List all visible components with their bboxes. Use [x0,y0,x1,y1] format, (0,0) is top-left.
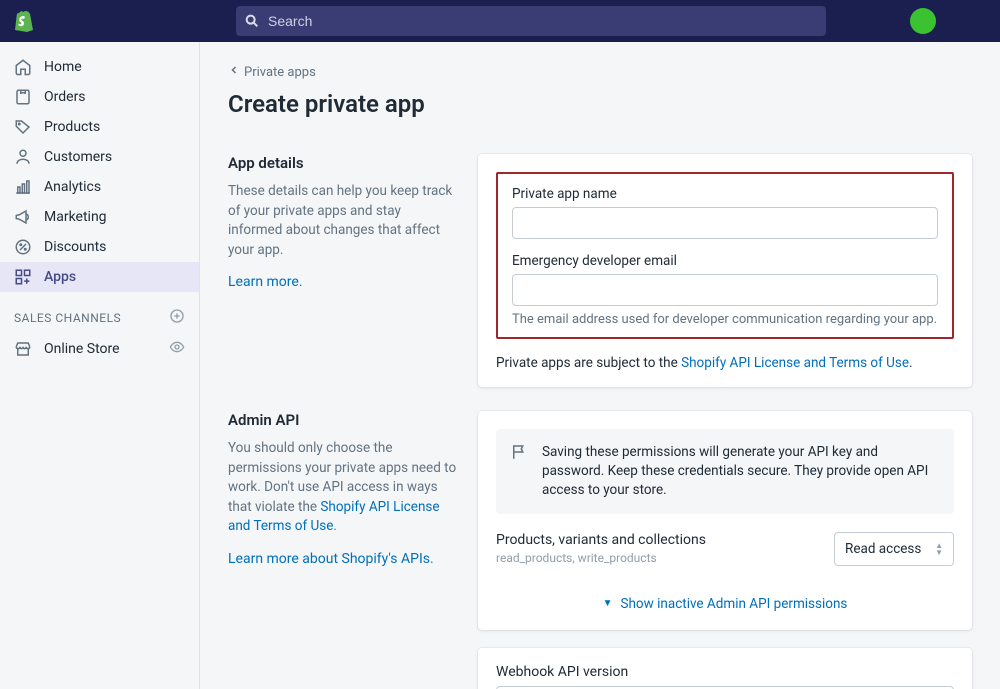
analytics-icon [14,178,32,196]
page-title: Create private app [228,90,972,118]
sidebar-item-online-store[interactable]: Online Store [0,333,199,365]
sidebar-item-discounts[interactable]: Discounts [0,232,199,262]
sidebar-item-label: Home [44,59,82,75]
dev-email-label: Emergency developer email [512,253,938,269]
api-license-link[interactable]: Shopify API License and Terms of Use [681,355,909,371]
dev-email-input[interactable] [512,274,938,306]
tag-icon [14,118,32,136]
search-icon [244,13,260,29]
permission-title: Products, variants and collections [496,532,818,548]
person-icon [14,148,32,166]
sidebar-section-sales-channels: SALES CHANNELS [0,292,199,333]
access-select-value: Read access [845,541,921,557]
flag-icon [510,443,530,500]
admin-api-heading: Admin API [228,411,458,429]
search-input[interactable] [268,13,818,29]
breadcrumb-label: Private apps [244,65,316,80]
webhook-version-label: Webhook API version [496,664,954,680]
sidebar: Home Orders Products Customers Analytics… [0,42,200,689]
sidebar-item-label: Products [44,119,100,135]
sidebar-item-orders[interactable]: Orders [0,82,199,112]
sidebar-item-label: Customers [44,149,112,165]
app-details-card: Private app name Emergency developer ema… [478,154,972,387]
home-icon [14,58,32,76]
discount-icon [14,238,32,256]
access-select[interactable]: Read access ▲▼ [834,532,954,566]
shopify-logo-icon [14,10,36,32]
app-details-side: App details These details can help you k… [228,154,458,387]
eye-icon[interactable] [169,339,185,359]
sidebar-section-label: SALES CHANNELS [14,311,121,325]
toggle-label: Show inactive Admin API permissions [620,596,847,612]
admin-api-card: Saving these permissions will generate y… [478,411,972,630]
banner-text: Saving these permissions will generate y… [542,443,940,500]
show-inactive-permissions-toggle[interactable]: ▼ Show inactive Admin API permissions [478,578,972,630]
apps-icon [14,268,32,286]
app-name-input[interactable] [512,207,938,239]
sidebar-item-apps[interactable]: Apps [0,262,199,292]
sidebar-item-products[interactable]: Products [0,112,199,142]
admin-api-learn-more-link[interactable]: Learn more about Shopify's APIs. [228,551,434,567]
app-details-learn-more-link[interactable]: Learn more. [228,274,303,290]
select-updown-icon: ▲▼ [935,542,943,556]
orders-icon [14,88,32,106]
sidebar-item-label: Online Store [44,341,120,357]
sidebar-item-home[interactable]: Home [0,52,199,82]
sidebar-item-label: Discounts [44,239,106,255]
store-icon [14,340,32,358]
app-details-footer: Private apps are subject to the Shopify … [478,343,972,387]
avatar[interactable] [910,8,936,34]
webhook-card: Webhook API version 2020-04 (Latest) ▲▼ [478,648,972,689]
chevron-left-icon [228,64,240,80]
sidebar-item-marketing[interactable]: Marketing [0,202,199,232]
sidebar-item-label: Orders [44,89,86,105]
sidebar-item-label: Marketing [44,209,107,225]
admin-api-desc: You should only choose the permissions y… [228,439,458,537]
main-content: Private apps Create private app App deta… [200,42,1000,689]
admin-api-side: Admin API You should only choose the per… [228,411,458,689]
megaphone-icon [14,208,32,226]
sidebar-item-customers[interactable]: Customers [0,142,199,172]
app-details-highlight: Private app name Emergency developer ema… [496,172,954,339]
top-bar [0,0,1000,42]
sidebar-item-analytics[interactable]: Analytics [0,172,199,202]
permission-row-products: Products, variants and collections read_… [478,532,972,578]
api-key-banner: Saving these permissions will generate y… [496,429,954,514]
caret-down-icon: ▼ [603,598,613,609]
sidebar-item-label: Analytics [44,179,101,195]
permission-scopes: read_products, write_products [496,551,818,565]
app-name-label: Private app name [512,186,938,202]
add-channel-icon[interactable] [169,308,185,327]
dev-email-help: The email address used for developer com… [512,312,938,327]
search-bar[interactable] [236,6,826,36]
sidebar-item-label: Apps [44,269,76,285]
app-details-heading: App details [228,154,458,172]
app-details-desc: These details can help you keep track of… [228,182,458,260]
breadcrumb[interactable]: Private apps [228,64,972,80]
